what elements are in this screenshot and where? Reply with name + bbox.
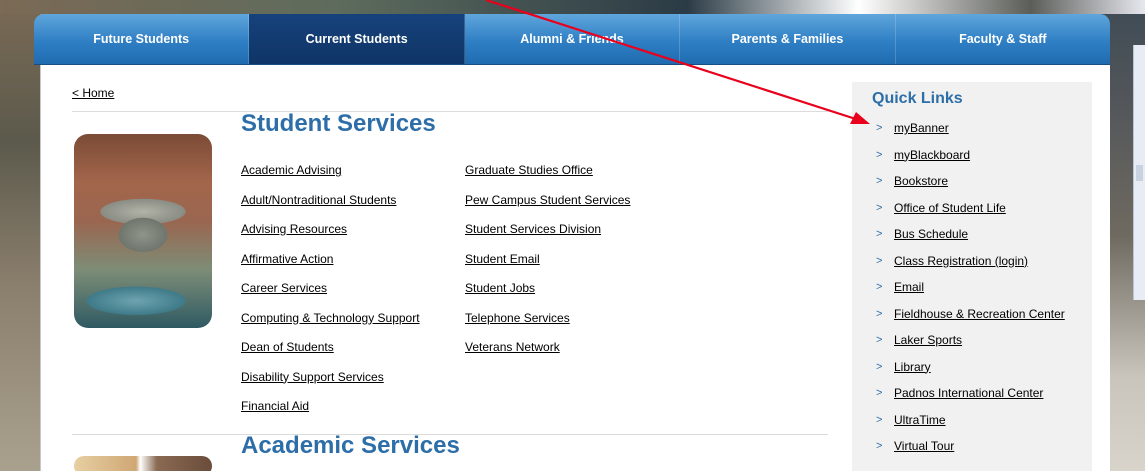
list-item: > Laker Sports [876, 333, 1076, 347]
list-item: > Fieldhouse & Recreation Center [876, 307, 1076, 321]
chevron-right-icon: > [876, 307, 883, 320]
list-item: > Library [876, 360, 1076, 374]
chevron-right-icon: > [876, 440, 883, 452]
link-mybanner[interactable]: myBanner [894, 121, 949, 135]
link-pew-campus[interactable]: Pew Campus Student Services [465, 193, 630, 207]
link-advising-resources[interactable]: Advising Resources [241, 222, 347, 236]
link-financial-aid[interactable]: Financial Aid [241, 399, 309, 413]
link-email[interactable]: Email [894, 280, 924, 294]
link-fieldhouse[interactable]: Fieldhouse & Recreation Center [894, 307, 1065, 321]
link-virtual-tour[interactable]: Virtual Tour [894, 439, 954, 453]
chevron-right-icon: > [876, 387, 883, 399]
list-item: > myBlackboard [876, 148, 1076, 162]
list-item: Disability Support Services [241, 370, 420, 400]
panel-border [40, 64, 41, 471]
link-dean-of-students[interactable]: Dean of Students [241, 340, 334, 354]
scrollbar-thumb[interactable] [1136, 165, 1143, 181]
link-bookstore[interactable]: Bookstore [894, 174, 948, 188]
list-item: Student Jobs [465, 281, 630, 311]
list-item: > Class Registration (login) [876, 254, 1076, 268]
link-student-services-division[interactable]: Student Services Division [465, 222, 601, 236]
list-item: Computing & Technology Support [241, 311, 420, 341]
link-myblackboard[interactable]: myBlackboard [894, 148, 970, 162]
link-library[interactable]: Library [894, 360, 931, 374]
list-item: > Bookstore [876, 174, 1076, 188]
section-divider [72, 111, 828, 112]
chevron-right-icon: > [876, 175, 883, 187]
chevron-right-icon: > [876, 148, 883, 161]
list-item: Career Services [241, 281, 420, 311]
list-item: > Email [876, 280, 1076, 294]
list-item: Advising Resources [241, 222, 420, 252]
list-item: Pew Campus Student Services [465, 193, 630, 223]
link-ultratime[interactable]: UltraTime [894, 413, 946, 427]
list-item: > Virtual Tour [876, 439, 1076, 453]
student-services-heading: Student Services [241, 110, 436, 137]
chevron-right-icon: > [876, 360, 883, 373]
chevron-right-icon: > [876, 281, 883, 293]
link-student-jobs[interactable]: Student Jobs [465, 281, 535, 295]
background-photo-left [0, 0, 40, 471]
quick-links-heading: Quick Links [872, 90, 963, 107]
tab-future-students[interactable]: Future Students [34, 14, 250, 64]
list-item: > myBanner [876, 121, 1076, 135]
list-item: Affirmative Action [241, 252, 420, 282]
tab-parents-families[interactable]: Parents & Families [680, 14, 896, 64]
list-item: > Bus Schedule [876, 227, 1076, 241]
home-breadcrumb-link[interactable]: < Home [72, 86, 114, 100]
tab-current-students[interactable]: Current Students [249, 14, 465, 64]
link-veterans-network[interactable]: Veterans Network [465, 340, 560, 354]
campus-photo [74, 456, 212, 471]
link-adult-nontraditional[interactable]: Adult/Nontraditional Students [241, 193, 396, 207]
link-career-services[interactable]: Career Services [241, 281, 327, 295]
link-bus-schedule[interactable]: Bus Schedule [894, 227, 968, 241]
chevron-right-icon: > [876, 122, 883, 134]
fountain-photo [74, 134, 212, 328]
tab-alumni-friends[interactable]: Alumni & Friends [465, 14, 681, 64]
chevron-right-icon: > [876, 228, 883, 240]
link-computing-tech-support[interactable]: Computing & Technology Support [241, 311, 420, 325]
link-laker-sports[interactable]: Laker Sports [894, 333, 962, 347]
list-item: Academic Advising [241, 163, 420, 193]
list-item: Veterans Network [465, 340, 630, 370]
main-navigation: Future Students Current Students Alumni … [34, 14, 1110, 64]
link-office-student-life[interactable]: Office of Student Life [894, 201, 1006, 215]
chevron-right-icon: > [876, 334, 883, 346]
tab-faculty-staff[interactable]: Faculty & Staff [896, 14, 1110, 64]
student-services-links-col2: Graduate Studies Office Pew Campus Stude… [465, 163, 630, 370]
list-item: > Office of Student Life [876, 201, 1076, 215]
link-academic-advising[interactable]: Academic Advising [241, 163, 342, 177]
link-telephone-services[interactable]: Telephone Services [465, 311, 570, 325]
link-padnos-international[interactable]: Padnos International Center [894, 386, 1043, 400]
link-disability-support[interactable]: Disability Support Services [241, 370, 384, 384]
list-item: Telephone Services [465, 311, 630, 341]
link-graduate-studies[interactable]: Graduate Studies Office [465, 163, 593, 177]
list-item: Student Email [465, 252, 630, 282]
chevron-right-icon: > [876, 413, 883, 426]
quick-links-list: > myBanner > myBlackboard > Bookstore > Offi… [876, 121, 1076, 466]
chevron-right-icon: > [876, 254, 883, 267]
list-item: Adult/Nontraditional Students [241, 193, 420, 223]
list-item: Graduate Studies Office [465, 163, 630, 193]
student-services-links-col1: Academic Advising Adult/Nontraditional S… [241, 163, 420, 429]
side-scrollbar[interactable] [1133, 45, 1145, 300]
academic-services-heading: Academic Services [241, 432, 460, 459]
list-item: Financial Aid [241, 399, 420, 429]
link-class-registration[interactable]: Class Registration (login) [894, 254, 1028, 268]
list-item: > Padnos International Center [876, 386, 1076, 400]
background-photo-top [0, 0, 1145, 14]
list-item: Student Services Division [465, 222, 630, 252]
list-item: > UltraTime [876, 413, 1076, 427]
chevron-right-icon: > [876, 201, 883, 214]
link-affirmative-action[interactable]: Affirmative Action [241, 252, 333, 266]
link-student-email[interactable]: Student Email [465, 252, 540, 266]
list-item: Dean of Students [241, 340, 420, 370]
